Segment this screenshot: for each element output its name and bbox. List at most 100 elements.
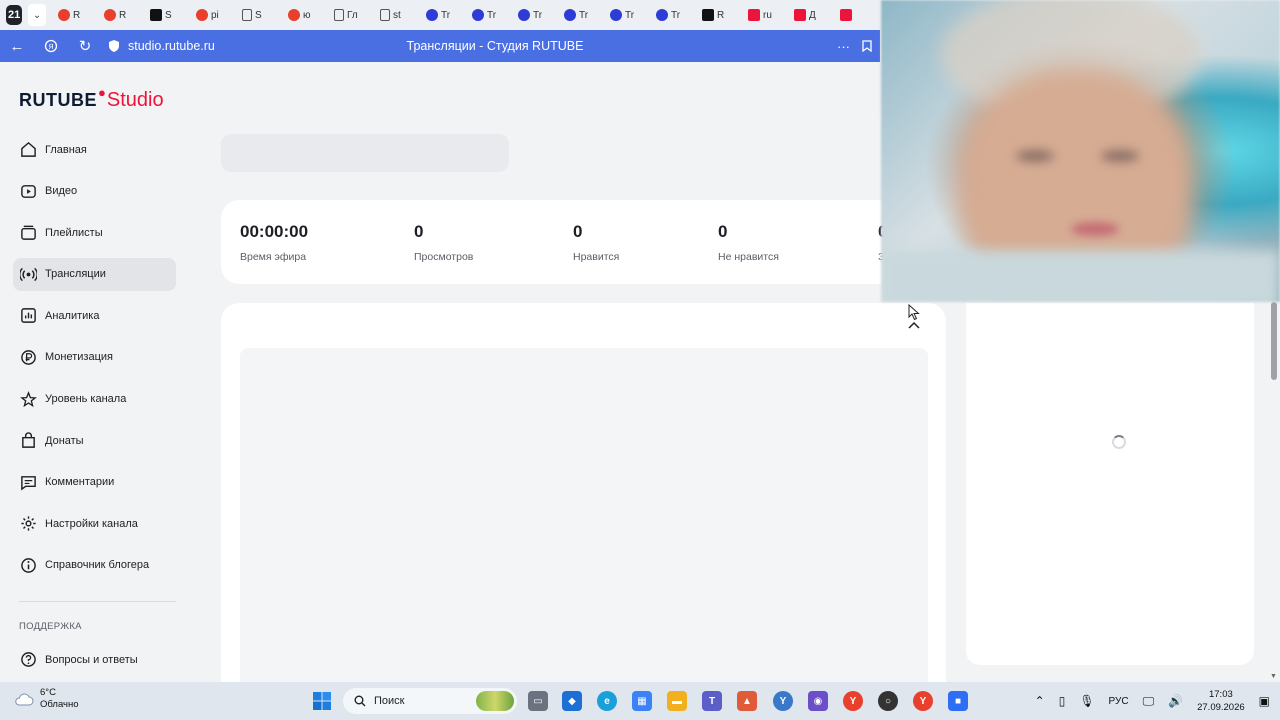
orange-app-icon[interactable]: ▲ [737,691,757,711]
microphone-icon[interactable]: 🎙 [1079,694,1094,708]
blue-square-app-icon[interactable]: ■ [948,691,968,711]
taskbar-search[interactable]: Поиск [343,688,517,714]
player-card [221,303,946,708]
mouse-cursor-icon [908,304,920,321]
browser-tab-8[interactable]: Tr [422,2,466,28]
url-field[interactable]: studio.rutube.ru [108,39,215,53]
back-button[interactable]: ← [0,30,34,62]
sidebar-item-4[interactable]: Аналитика [13,299,176,332]
tab-counter-badge[interactable]: 21 [6,5,23,25]
browser-tab-7[interactable]: st [376,2,420,28]
teams-icon[interactable]: T [702,691,722,711]
reload-button[interactable]: ↻ [68,30,102,62]
yandex-protect-button[interactable]: Я [34,30,68,62]
title-skeleton [221,134,509,172]
file-explorer-icon[interactable]: ▬ [667,691,687,711]
browser-tab-15[interactable]: ru [744,2,788,28]
yandex-browser-icon[interactable]: Y [843,691,863,711]
browser-tab-5[interactable]: ю [284,2,328,28]
sidebar-item-0[interactable]: Главная [13,133,176,166]
tab-label: Tr [487,9,497,21]
stat-0: 00:00:00 Время эфира [240,222,308,263]
store-icon[interactable]: ▦ [632,691,652,711]
weather-widget[interactable]: 6°C Облачно [14,687,79,711]
blue-app-icon[interactable]: ◆ [562,691,582,711]
scroll-down-arrow-icon[interactable]: ▼ [1270,673,1277,680]
rutube-studio-logo[interactable]: RUTUBE ● Studio [19,85,164,112]
stats-card: 00:00:00 Время эфира 0 Просмотров 0 Нравится 0… [221,200,921,284]
yandex-music-icon[interactable]: Y [773,691,793,711]
windows-start-icon[interactable] [312,691,332,711]
weather-desc: Облачно [40,699,79,710]
reload-icon: ↻ [78,38,92,55]
tab-favicon-icon [518,9,530,21]
browser-tab-4[interactable]: S [238,2,282,28]
logo-dot-icon: ● [98,85,106,100]
comments-icon [19,473,37,491]
sidebar-item-2[interactable]: Плейлисты [13,216,176,249]
address-bar: ← Я ↻ studio.rutube.ru Трансляции - Студ… [0,30,880,62]
browser-tab-0[interactable]: R [54,2,98,28]
tab-label: Tr [441,9,451,21]
menu-item-label: Вопросы и ответы [45,653,138,666]
more-icon[interactable]: ··· [837,39,850,54]
sidebar-item-8[interactable]: Комментарии [13,466,176,499]
browser-tab-9[interactable]: Tr [468,2,512,28]
tab-favicon-icon [426,9,438,21]
browser-tab-14[interactable]: R [698,2,742,28]
tab-list-dropdown[interactable]: ⌄ [28,4,46,26]
sidebar-item-10[interactable]: Справочник блогера [13,549,176,582]
bookmark-icon[interactable] [862,40,872,52]
sidebar-item-5[interactable]: Монетизация [13,341,176,374]
scrollbar-thumb[interactable] [1271,302,1277,380]
browser-tab-13[interactable]: Tr [652,2,696,28]
menu-item-label: Настройки канала [45,517,138,530]
tab-label: Tr [625,9,635,21]
tab-favicon-icon [702,9,714,21]
browser-tab-17[interactable] [836,2,880,28]
tab-favicon-icon [840,9,852,21]
browser-tab-2[interactable]: S [146,2,190,28]
sidebar-item-7[interactable]: Донаты [13,424,176,457]
language-indicator[interactable]: РУС [1109,696,1129,707]
stat-label: Не нравится [718,251,779,263]
tab-label: Tr [671,9,681,21]
stat-value: 0 [573,222,583,241]
edge-icon[interactable]: e [597,691,617,711]
browser-tab-1[interactable]: R [100,2,144,28]
arrow-left-icon: ← [9,37,25,55]
browser-tab-12[interactable]: Tr [606,2,650,28]
yandex-browser-active-icon[interactable]: Y [913,691,933,711]
system-tray: ⌃ ▯ 🎙 РУС 🖵 🔊 17:03 27.09.2026 ▣ [1035,682,1270,720]
sidebar-item-6[interactable]: Уровень канала [13,383,176,416]
browser-tab-10[interactable]: Tr [514,2,558,28]
sidebar-item-3[interactable]: Трансляции [13,257,176,291]
tab-label: Tr [579,9,589,21]
sidebar-item-1[interactable]: Видео [13,175,176,208]
battery-icon[interactable]: ▯ [1059,694,1066,708]
tab-favicon-icon [564,9,576,21]
volume-icon[interactable]: 🔊 [1168,694,1183,708]
tab-favicon-icon [242,9,252,21]
sidebar-divider [19,601,176,602]
clock-time: 17:03 [1208,689,1233,700]
obs-icon[interactable]: ○ [878,691,898,711]
sidebar-item-9[interactable]: Настройки канала [13,507,176,540]
stat-value: 0 [718,222,728,241]
browser-tab-16[interactable]: Д [790,2,834,28]
notification-icon[interactable]: ▣ [1259,694,1270,708]
webcam-overlay [881,0,1280,302]
browser-tab-11[interactable]: Tr [560,2,604,28]
network-icon[interactable]: 🖵 [1143,694,1155,709]
page-scrollbar[interactable]: ▼ [1268,302,1280,682]
chevron-up-icon[interactable]: ⌃ [1035,694,1045,708]
browser-tab-3[interactable]: pi [192,2,236,28]
clock[interactable]: 17:03 27.09.2026 [1197,688,1245,714]
cloud-icon [15,693,34,706]
browser-tab-6[interactable]: Гл [330,2,374,28]
task-view-icon[interactable]: ▭ [528,691,548,711]
broadcast-icon [19,265,37,283]
support-item-0[interactable]: Вопросы и ответы [13,643,176,676]
search-icon [354,695,366,707]
game-app-icon[interactable]: ◉ [808,691,828,711]
